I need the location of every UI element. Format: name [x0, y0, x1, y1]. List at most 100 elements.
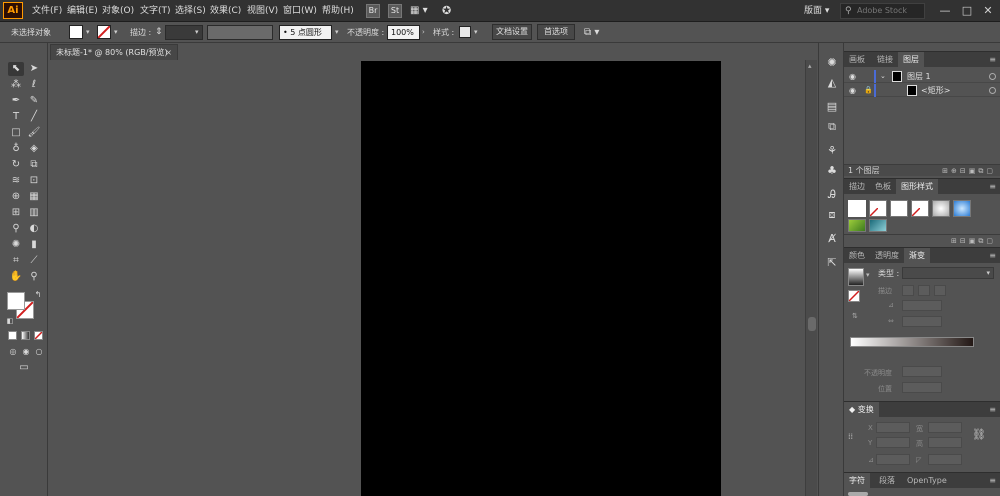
chevron-down-icon[interactable]: ▾: [866, 271, 870, 279]
close-tab-icon[interactable]: ×: [165, 45, 172, 60]
menu-help[interactable]: 帮助(H): [322, 0, 354, 22]
menu-window[interactable]: 窗口(W): [283, 0, 317, 22]
stroke-option-button[interactable]: [918, 285, 930, 296]
scale-tool-icon[interactable]: ⧉: [26, 158, 42, 172]
tab-character[interactable]: 字符: [844, 473, 870, 489]
lock-icon[interactable]: 🔒: [864, 84, 873, 97]
color-guide-icon[interactable]: ✺: [824, 55, 840, 71]
menu-select[interactable]: 选择(S): [175, 0, 206, 22]
graphic-styles-footer-icons[interactable]: ⊞⊟▣⧉▢: [951, 235, 996, 247]
paintbrush-tool-icon[interactable]: 🖌: [26, 126, 42, 140]
stock-search-input[interactable]: Adobe Stock: [840, 3, 925, 19]
symbol-sprayer-tool-icon[interactable]: ✺: [8, 238, 24, 252]
fill-color-box[interactable]: [7, 292, 25, 310]
graphic-style-swatch[interactable]: [848, 219, 866, 232]
graphic-style-swatch[interactable]: [848, 200, 866, 217]
menu-effect[interactable]: 效果(C): [210, 0, 241, 22]
panel-menu-icon[interactable]: ≡: [989, 179, 996, 195]
sublayer-name[interactable]: <矩形>: [921, 84, 950, 97]
chevron-down-icon[interactable]: ⌄: [880, 70, 886, 83]
graphic-style-swatch[interactable]: [890, 200, 908, 217]
shear-field[interactable]: [928, 454, 962, 465]
document-setup-button[interactable]: 文档设置: [492, 24, 532, 40]
x-field[interactable]: [876, 422, 910, 433]
lasso-tool-icon[interactable]: ℓ: [26, 78, 42, 92]
graphic-style-swatch[interactable]: [869, 219, 887, 232]
brushes-icon[interactable]: ⚘: [824, 143, 840, 159]
character-styles-icon[interactable]: Ꭿ: [824, 187, 840, 203]
tab-transform[interactable]: ◆ 变换: [844, 402, 879, 418]
visibility-eye-icon[interactable]: ◉: [849, 84, 856, 97]
tab-artboards[interactable]: 画板: [844, 52, 870, 68]
layers-footer-icons[interactable]: ⊞⊕⊟▣⧉▢: [942, 165, 996, 177]
target-circle-icon[interactable]: [989, 87, 996, 94]
minimize-button[interactable]: —: [935, 0, 955, 22]
tab-color[interactable]: 颜色: [844, 248, 870, 264]
panel-menu-icon[interactable]: ≡: [989, 402, 996, 418]
artboard-black-rectangle[interactable]: [361, 61, 721, 496]
panel-menu-icon[interactable]: ≡: [989, 52, 996, 68]
tab-gradient[interactable]: 渐变: [904, 248, 930, 264]
arrange-icon[interactable]: ⧉ ▾: [584, 22, 599, 43]
direct-selection-tool-icon[interactable]: ➤: [26, 62, 42, 76]
layer-row[interactable]: ◉ 🔒 <矩形>: [844, 84, 1000, 97]
width-tool-icon[interactable]: ≋: [8, 174, 24, 188]
shaper-tool-icon[interactable]: ♁: [8, 142, 24, 156]
rotate-field[interactable]: [876, 454, 910, 465]
arrange-documents-icon[interactable]: ▦ ▾: [410, 0, 428, 22]
eraser-tool-icon[interactable]: ◈: [26, 142, 42, 156]
y-field[interactable]: [876, 437, 910, 448]
angle-field[interactable]: [902, 300, 942, 311]
appearance-icon[interactable]: ◭: [824, 75, 840, 91]
layer-name[interactable]: 图层 1: [907, 70, 931, 83]
chevron-down-icon[interactable]: ▾: [195, 22, 199, 43]
font-search-icon[interactable]: [848, 492, 868, 496]
graphic-style-swatch[interactable]: [911, 200, 929, 217]
chevron-down-icon[interactable]: ▾: [335, 22, 339, 43]
gradient-position-field[interactable]: [902, 382, 942, 393]
width-field[interactable]: [928, 422, 962, 433]
perspective-grid-tool-icon[interactable]: ▦: [26, 190, 42, 204]
menu-type[interactable]: 文字(T): [140, 0, 171, 22]
opacity-field[interactable]: 100%: [387, 25, 420, 40]
draw-inside-icon[interactable]: ○: [31, 345, 47, 359]
stroke-weight-stepper[interactable]: ⇕: [155, 22, 163, 43]
document-tab[interactable]: 未标题-1* @ 80% (RGB/预览) ×: [50, 44, 178, 60]
preferences-button[interactable]: 首选项: [537, 24, 575, 40]
artboard-tool-icon[interactable]: ⌗: [8, 254, 24, 268]
tab-graphic-styles[interactable]: 图形样式: [896, 179, 938, 195]
vertical-scrollbar[interactable]: ▴: [805, 60, 817, 496]
pathfinder-icon[interactable]: ⧉: [824, 119, 840, 135]
mesh-tool-icon[interactable]: ⊞: [8, 206, 24, 220]
stroke-swatch[interactable]: [97, 25, 111, 39]
constrain-link-icon[interactable]: ⛓: [972, 428, 986, 441]
screen-mode-icon[interactable]: ▭: [16, 361, 32, 375]
menu-view[interactable]: 视图(V): [247, 0, 278, 22]
tab-layers[interactable]: 图层: [898, 52, 924, 68]
graphic-style-swatch[interactable]: [932, 200, 950, 217]
graphic-style-swatch[interactable]: [953, 200, 971, 217]
panel-menu-icon[interactable]: ≡: [989, 248, 996, 264]
tab-paragraph[interactable]: 段落: [874, 473, 900, 489]
pen-tool-icon[interactable]: ✒: [8, 94, 24, 108]
panel-menu-icon[interactable]: ≡: [989, 473, 996, 489]
export-icon[interactable]: ⇱: [824, 255, 840, 271]
default-colors-icon[interactable]: ◧: [2, 314, 18, 328]
visibility-eye-icon[interactable]: ◉: [849, 70, 856, 83]
menu-object[interactable]: 对象(O): [102, 0, 134, 22]
aspect-ratio-field[interactable]: [902, 316, 942, 327]
curvature-tool-icon[interactable]: ✎: [26, 94, 42, 108]
align-icon[interactable]: ▤: [824, 99, 840, 115]
gradient-opacity-field[interactable]: [902, 366, 942, 377]
bridge-button[interactable]: Br: [366, 4, 380, 18]
chevron-down-icon[interactable]: ▾: [474, 22, 478, 43]
gradient-slider[interactable]: [850, 337, 974, 347]
reverse-gradient-icon[interactable]: ⇅: [852, 312, 858, 320]
rectangle-tool-icon[interactable]: □: [8, 126, 24, 140]
gradient-tool-icon[interactable]: ▥: [26, 206, 42, 220]
brush-definition-select[interactable]: • 5 点圆形: [279, 25, 332, 40]
workspace-switcher[interactable]: 版面 ▾: [804, 0, 829, 22]
blend-tool-icon[interactable]: ◐: [26, 222, 42, 236]
rotate-tool-icon[interactable]: ↻: [8, 158, 24, 172]
gradient-mode-icon[interactable]: [21, 331, 30, 340]
